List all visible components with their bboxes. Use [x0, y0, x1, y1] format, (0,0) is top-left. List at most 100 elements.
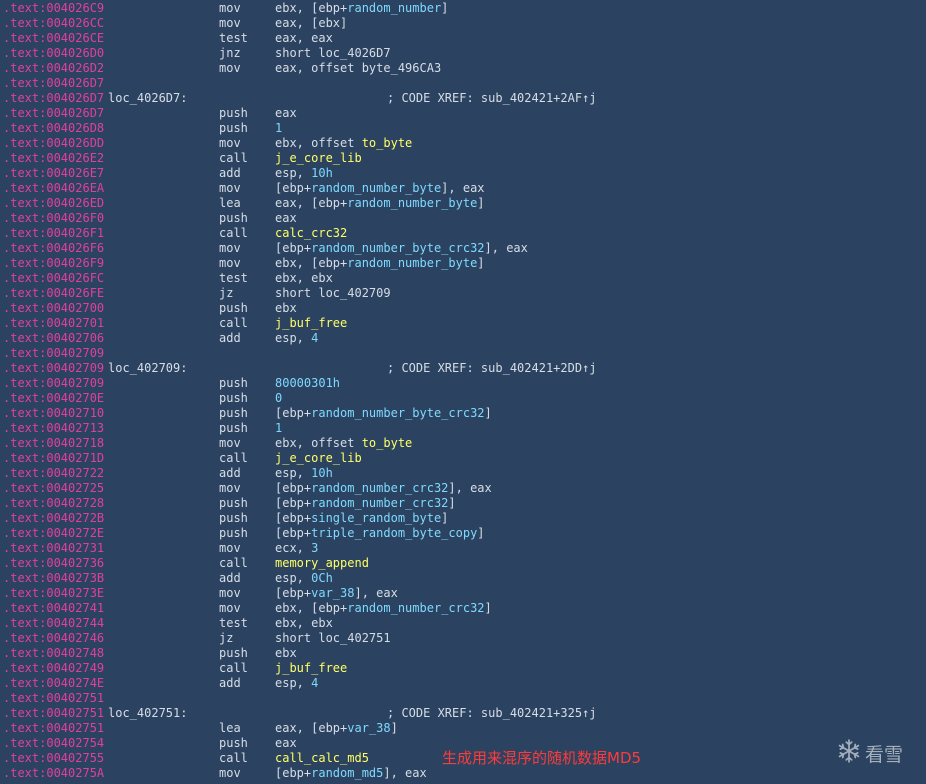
operand-token: 4: [311, 331, 319, 345]
code-line[interactable]: .text:004026C9 mov ebx, [ebp+random_number…: [0, 1, 926, 16]
code-line[interactable]: .text:00402736 call memory_append: [0, 556, 926, 571]
code-line[interactable]: .text:00402751 lea eax, [ebp+var_38]: [0, 721, 926, 736]
variable-name[interactable]: random_number_crc32: [311, 496, 448, 510]
code-line[interactable]: .text:00402751: [0, 691, 926, 706]
variable-name[interactable]: random_md5: [311, 766, 383, 780]
variable-name[interactable]: random_number_byte: [347, 196, 477, 210]
function-name[interactable]: j_e_core_lib: [275, 451, 362, 465]
address: .text:0040275A: [3, 766, 105, 780]
xref-comment[interactable]: ; CODE XREF: sub_402421+2AF↑j: [387, 91, 597, 106]
code-line[interactable]: .text:0040274E add esp, 4: [0, 676, 926, 691]
address: .text:00402709: [3, 346, 105, 360]
variable-name[interactable]: random_number_byte_crc32: [311, 406, 484, 420]
code-label-line[interactable]: .text:00402751 loc_402751: ; CODE XREF: su…: [0, 706, 926, 721]
code-line[interactable]: .text:004026CE test eax, eax: [0, 31, 926, 46]
function-name[interactable]: j_buf_free: [275, 661, 347, 675]
code-line[interactable]: .text:0040271D call j_e_core_lib: [0, 451, 926, 466]
variable-name[interactable]: random_number_crc32: [311, 481, 448, 495]
address: .text:00402725: [3, 481, 105, 495]
variable-name[interactable]: random_number_crc32: [347, 601, 484, 615]
function-name[interactable]: call_calc_md5: [275, 751, 369, 765]
code-line[interactable]: .text:00402728 push [ebp+random_number_crc…: [0, 496, 926, 511]
operand-token: ebx, ebx: [275, 616, 333, 630]
operands: eax, [ebp+random_number_byte]: [275, 196, 485, 211]
code-line[interactable]: .text:00402706 add esp, 4: [0, 331, 926, 346]
code-line[interactable]: .text:00402709 push 80000301h: [0, 376, 926, 391]
code-line[interactable]: .text:004026D0 jnz short loc_4026D7: [0, 46, 926, 61]
code-label[interactable]: loc_402709:: [108, 361, 187, 376]
function-name[interactable]: memory_append: [275, 556, 369, 570]
operand-token: 10h: [311, 166, 333, 180]
operand-token: ]: [477, 526, 485, 540]
code-line[interactable]: .text:004026DD mov ebx, offset to_byte: [0, 136, 926, 151]
code-line[interactable]: .text:0040275A mov [ebp+random_md5], eax: [0, 766, 926, 781]
code-line[interactable]: .text:00402718 mov ebx, offset to_byte: [0, 436, 926, 451]
code-label[interactable]: loc_402751:: [108, 706, 187, 721]
mnemonic: lea: [219, 196, 241, 210]
code-line[interactable]: .text:004026E2 call j_e_core_lib: [0, 151, 926, 166]
code-line[interactable]: .text:0040272E push [ebp+triple_random_byt…: [0, 526, 926, 541]
code-line[interactable]: .text:0040273E mov [ebp+var_38], eax: [0, 586, 926, 601]
code-line[interactable]: .text:004026FE jz short loc_402709: [0, 286, 926, 301]
function-name[interactable]: j_e_core_lib: [275, 151, 362, 165]
variable-name[interactable]: var_38: [311, 586, 354, 600]
code-line[interactable]: .text:004026ED lea eax, [ebp+random_number…: [0, 196, 926, 211]
code-line[interactable]: .text:00402701 call j_buf_free: [0, 316, 926, 331]
code-line[interactable]: .text:0040272B push [ebp+single_random_byt…: [0, 511, 926, 526]
address: .text:00402741: [3, 601, 105, 615]
code-line[interactable]: .text:004026EA mov [ebp+random_number_byte…: [0, 181, 926, 196]
code-line[interactable]: .text:00402725 mov [ebp+random_number_crc3…: [0, 481, 926, 496]
mnemonic: jnz: [219, 46, 241, 60]
variable-name[interactable]: single_random_byte: [311, 511, 441, 525]
code-line[interactable]: .text:00402710 push [ebp+random_number_byt…: [0, 406, 926, 421]
code-line[interactable]: .text:00402709: [0, 346, 926, 361]
code-label[interactable]: loc_4026D7:: [108, 91, 187, 106]
code-line[interactable]: .text:004026FC test ebx, ebx: [0, 271, 926, 286]
code-line[interactable]: .text:004026D2 mov eax, offset byte_496CA3: [0, 61, 926, 76]
code-line[interactable]: .text:004026F6 mov [ebp+random_number_byte…: [0, 241, 926, 256]
function-name[interactable]: to_byte: [362, 436, 413, 450]
code-line[interactable]: .text:00402746 jz short loc_402751: [0, 631, 926, 646]
code-line[interactable]: .text:00402700 push ebx: [0, 301, 926, 316]
function-name[interactable]: to_byte: [362, 136, 413, 150]
code-line[interactable]: .text:00402722 add esp, 10h: [0, 466, 926, 481]
code-line[interactable]: .text:00402749 call j_buf_free: [0, 661, 926, 676]
variable-name[interactable]: random_number_byte: [311, 181, 441, 195]
code-line[interactable]: .text:004026E7 add esp, 10h: [0, 166, 926, 181]
code-line[interactable]: .text:004026F0 push eax: [0, 211, 926, 226]
code-line[interactable]: .text:00402748 push ebx: [0, 646, 926, 661]
code-label-line[interactable]: .text:00402709 loc_402709: ; CODE XREF: su…: [0, 361, 926, 376]
code-line[interactable]: .text:004026D7 push eax: [0, 106, 926, 121]
mnemonic: mov: [219, 1, 241, 15]
variable-name[interactable]: random_number_byte: [347, 256, 477, 270]
mnemonic: call: [219, 661, 248, 675]
xref-comment[interactable]: ; CODE XREF: sub_402421+325↑j: [387, 706, 597, 721]
code-line[interactable]: .text:00402741 mov ebx, [ebp+random_number…: [0, 601, 926, 616]
code-line[interactable]: .text:00402713 push 1: [0, 421, 926, 436]
code-line[interactable]: .text:004026F9 mov ebx, [ebp+random_number…: [0, 256, 926, 271]
operands: eax: [275, 211, 297, 226]
variable-name[interactable]: random_number: [347, 1, 441, 15]
address: .text:00402751: [3, 691, 105, 705]
code-line[interactable]: .text:0040273B add esp, 0Ch: [0, 571, 926, 586]
code-line[interactable]: .text:004026F1 call calc_crc32: [0, 226, 926, 241]
function-name[interactable]: j_buf_free: [275, 316, 347, 330]
mnemonic: add: [219, 571, 241, 585]
code-line[interactable]: .text:00402744 test ebx, ebx: [0, 616, 926, 631]
code-line[interactable]: .text:004026D7: [0, 76, 926, 91]
disassembly-listing[interactable]: .text:004026C9 mov ebx, [ebp+random_number…: [0, 1, 926, 781]
operand-token: ebx, [ebp+: [275, 601, 348, 615]
operands: 1: [275, 421, 282, 436]
code-line[interactable]: .text:0040270E push 0: [0, 391, 926, 406]
xref-comment[interactable]: ; CODE XREF: sub_402421+2DD↑j: [387, 361, 597, 376]
code-line[interactable]: .text:004026CC mov eax, [ebx]: [0, 16, 926, 31]
code-label-line[interactable]: .text:004026D7 loc_4026D7: ; CODE XREF: su…: [0, 91, 926, 106]
variable-name[interactable]: random_number_byte_crc32: [311, 241, 484, 255]
variable-name[interactable]: var_38: [347, 721, 390, 735]
code-line[interactable]: .text:004026D8 push 1: [0, 121, 926, 136]
variable-name[interactable]: triple_random_byte_copy: [311, 526, 477, 540]
code-line[interactable]: .text:00402731 mov ecx, 3: [0, 541, 926, 556]
function-name[interactable]: calc_crc32: [275, 226, 347, 240]
mnemonic: call: [219, 226, 248, 240]
mnemonic: push: [219, 406, 248, 420]
